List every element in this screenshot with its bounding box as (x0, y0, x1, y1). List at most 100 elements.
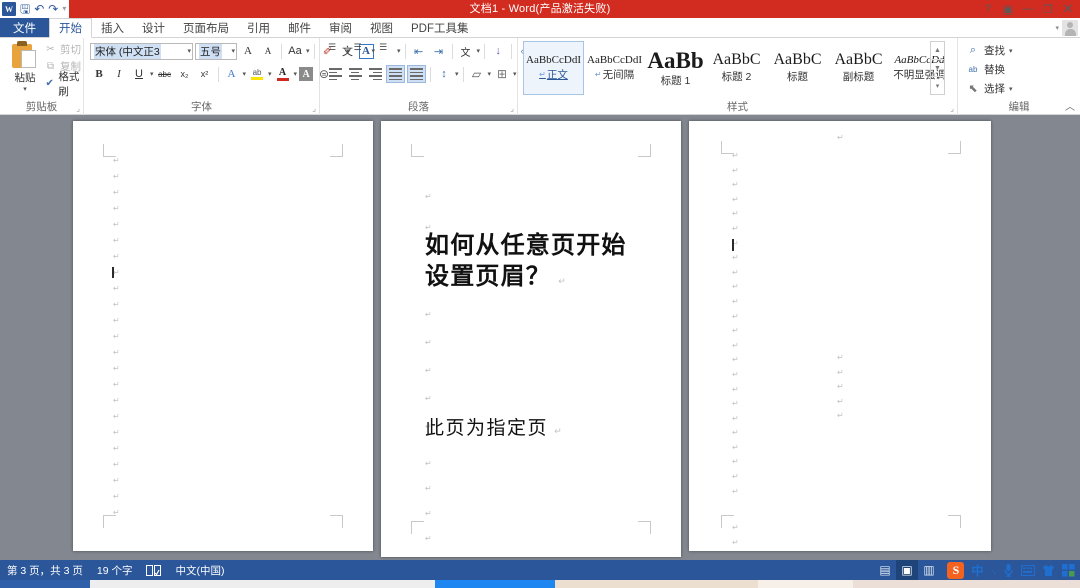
undo-icon[interactable]: ↶ (34, 3, 44, 15)
ime-punctuation-icon[interactable]: ·, (991, 565, 997, 575)
save-icon[interactable]: 🖫 (20, 3, 30, 15)
paste-button[interactable]: 粘贴 ▾ (6, 41, 44, 93)
account-caret-icon[interactable]: ▾ (1055, 24, 1059, 32)
taskbar-segment[interactable] (90, 580, 435, 588)
font-name-input[interactable]: 宋体 (中文正3 ▾ (90, 43, 193, 60)
character-shading-icon[interactable]: A (299, 67, 313, 81)
line-spacing-icon[interactable]: ↕ (435, 65, 453, 83)
shrink-font-icon[interactable]: A (259, 42, 277, 60)
tab-file[interactable]: 文件 (0, 18, 49, 37)
minimize-button[interactable]: — (1018, 0, 1038, 18)
bullets-dropdown-icon[interactable]: ▾ (346, 47, 350, 55)
numbering-icon[interactable]: ☰ (352, 42, 370, 60)
taskbar-active-item[interactable] (435, 580, 555, 588)
style-item-subtitle[interactable]: AaBbC 副标题 (828, 41, 889, 95)
shading-dropdown-icon[interactable]: ▾ (488, 70, 492, 78)
paste-dropdown-icon[interactable]: ▾ (6, 85, 44, 93)
avatar[interactable] (1062, 20, 1078, 36)
styles-more-icon[interactable]: ▾ (931, 77, 944, 94)
clipboard-dialog-launcher[interactable]: ⌟ (76, 104, 80, 113)
style-item-heading-2[interactable]: AaBbC 标题 2 (706, 41, 767, 95)
grow-font-icon[interactable]: A (239, 42, 257, 60)
change-case-dropdown-icon[interactable]: ▾ (306, 47, 310, 55)
word-count[interactable]: 19 个字 (90, 563, 140, 578)
ime-voice-input-icon[interactable] (1003, 563, 1014, 577)
line-spacing-dropdown-icon[interactable]: ▾ (455, 70, 459, 78)
find-dropdown-icon[interactable]: ▾ (1009, 47, 1013, 55)
styles-scroll-down-icon[interactable]: ▼ (931, 60, 944, 78)
font-dialog-launcher[interactable]: ⌟ (312, 104, 316, 113)
ime-chinese-mode-icon[interactable]: 中 (971, 562, 983, 579)
text-effects-dropdown-icon[interactable]: ▾ (243, 70, 247, 78)
tab-home[interactable]: 开始 (49, 18, 92, 38)
sort-icon[interactable]: ↓ (489, 42, 507, 60)
shading-icon[interactable]: ▱ (468, 65, 486, 83)
underline-dropdown-icon[interactable]: ▾ (150, 70, 154, 78)
highlight-dropdown-icon[interactable]: ▾ (268, 70, 272, 78)
text-highlight-color-icon[interactable]: ab (248, 65, 266, 83)
font-size-input[interactable]: 五号 ▾ (195, 43, 237, 60)
strikethrough-button[interactable]: abc (156, 65, 174, 83)
ime-soft-keyboard-icon[interactable] (1021, 565, 1035, 576)
numbering-dropdown-icon[interactable]: ▾ (372, 47, 376, 55)
tab-references[interactable]: 引用 (238, 18, 279, 37)
ribbon-display-options-button[interactable]: ▣ (998, 0, 1018, 18)
document-heading[interactable]: 如何从任意页开始 设置页眉？ ↵ (425, 231, 665, 297)
redo-icon[interactable]: ↷ (48, 3, 58, 15)
styles-dialog-launcher[interactable]: ⌟ (950, 104, 954, 113)
print-layout-view-button[interactable]: ▣ (896, 560, 918, 580)
cut-button[interactable]: ✂ 剪切 (44, 41, 86, 58)
tab-pdf-toolkit[interactable]: PDF工具集 (402, 18, 478, 37)
format-painter-button[interactable]: ✔ 格式刷 (44, 75, 86, 92)
asian-layout-dropdown-icon[interactable]: ▾ (477, 47, 481, 55)
replace-button[interactable]: ab 替换 (966, 60, 1013, 79)
tab-design[interactable]: 设计 (133, 18, 174, 37)
justify-button[interactable] (386, 65, 405, 83)
style-item-body-text[interactable]: AaBbCcDdI ↵ 正文 (523, 41, 584, 95)
close-button[interactable]: ✕ (1058, 0, 1078, 18)
align-center-button[interactable] (346, 65, 364, 83)
taskbar-segment[interactable] (555, 580, 758, 588)
text-effects-icon[interactable]: A (223, 65, 241, 83)
bullets-icon[interactable]: ☰ (326, 42, 344, 60)
select-button[interactable]: ⬉ 选择 ▾ (966, 79, 1013, 98)
change-case-icon[interactable]: Aa (286, 42, 304, 60)
select-dropdown-icon[interactable]: ▾ (1009, 85, 1013, 93)
multilevel-dropdown-icon[interactable]: ▾ (397, 47, 401, 55)
taskbar-start-segment[interactable] (0, 580, 90, 588)
align-right-button[interactable] (366, 65, 384, 83)
style-item-heading-1[interactable]: AaBb 标题 1 (645, 41, 706, 95)
document-page-3[interactable]: ↵ ↵ ↵ ↵ ↵ ↵ ↵ ↵ ↵ ↵ ↵ ↵ ↵ ↵ ↵ ↵ ↵ ↵ ↵ ↵ (689, 121, 991, 551)
distribute-button[interactable] (407, 65, 426, 83)
tab-mailings[interactable]: 邮件 (279, 18, 320, 37)
subscript-button[interactable]: x₂ (176, 65, 194, 83)
bold-button[interactable]: B (90, 65, 108, 83)
help-button[interactable]: ? (978, 0, 998, 18)
document-page-1[interactable]: ↵ ↵ ↵ ↵ ↵ ↵ ↵ ↵ ↵ ↵ ↵ ↵ ↵ ↵ ↵ ↵ ↵ ↵ ↵ ↵ (73, 121, 373, 551)
font-color-dropdown-icon[interactable]: ▾ (294, 70, 298, 78)
restore-button[interactable]: ❐ (1038, 0, 1058, 18)
tab-page-layout[interactable]: 页面布局 (174, 18, 238, 37)
font-size-dropdown-icon[interactable]: ▾ (229, 47, 235, 55)
web-layout-view-button[interactable]: ▥ (918, 560, 940, 580)
language-indicator[interactable]: 中文(中国) (168, 563, 231, 578)
collapse-ribbon-icon[interactable]: ︿ (1065, 98, 1075, 113)
proofing-errors-icon[interactable] (139, 565, 168, 576)
asian-layout-icon[interactable]: 文 (457, 42, 475, 60)
sogou-logo-icon[interactable]: S (947, 562, 964, 579)
taskbar-segment[interactable] (853, 580, 1080, 588)
borders-icon[interactable]: ⊞ (493, 65, 511, 83)
document-body-paragraph[interactable]: 此页为指定页 ↵ (425, 416, 562, 444)
document-page-2[interactable]: ↵ ↵ 如何从任意页开始 设置页眉？ ↵ ↵ ↵ ↵ ↵ ↵ 此页为指定页 ↵ (381, 121, 681, 557)
paragraph-dialog-launcher[interactable]: ⌟ (510, 104, 514, 113)
borders-dropdown-icon[interactable]: ▾ (513, 70, 517, 78)
tab-view[interactable]: 视图 (361, 18, 402, 37)
superscript-button[interactable]: x² (196, 65, 214, 83)
ime-skin-icon[interactable] (1042, 564, 1055, 577)
style-item-no-spacing[interactable]: AaBbCcDdI ↵ 无间隔 (584, 41, 645, 95)
align-left-button[interactable] (326, 65, 344, 83)
read-mode-view-button[interactable]: ▤ (874, 560, 896, 580)
styles-scroll-up-icon[interactable]: ▲ (931, 42, 944, 60)
font-color-icon[interactable]: A (274, 65, 292, 83)
font-name-dropdown-icon[interactable]: ▾ (185, 47, 191, 55)
